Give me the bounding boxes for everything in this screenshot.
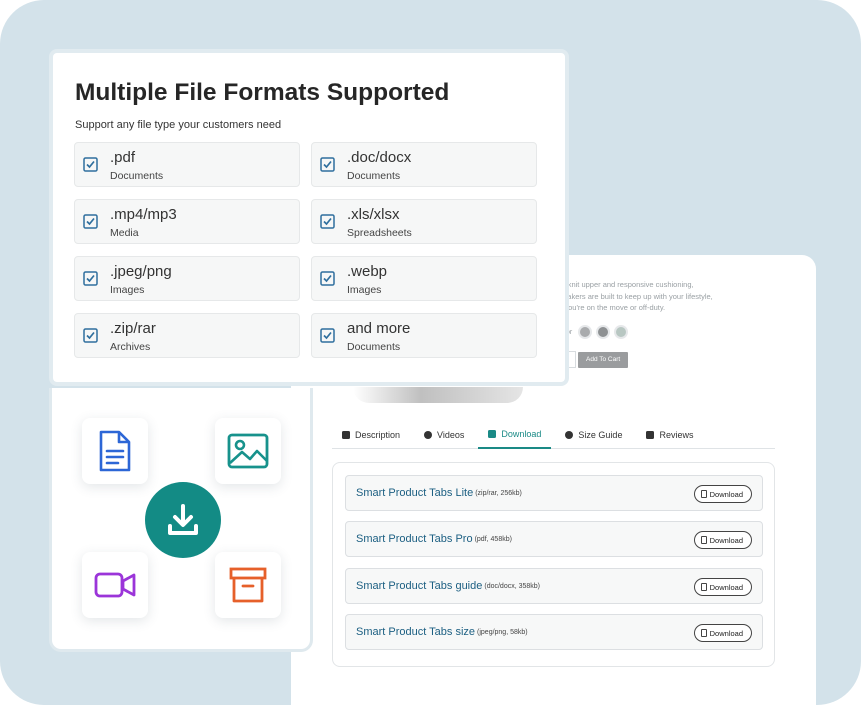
download-name[interactable]: Smart Product Tabs size — [356, 626, 475, 638]
format-type: Images — [347, 284, 382, 296]
download-name[interactable]: Smart Product Tabs Lite — [356, 487, 473, 499]
download-list: Smart Product Tabs Lite (zip/rar, 256kb)… — [332, 462, 775, 667]
info-icon — [565, 430, 574, 439]
download-meta: (doc/docx, 358kb) — [484, 582, 541, 590]
download-button-large[interactable] — [145, 482, 221, 558]
image-icon — [227, 433, 269, 469]
play-icon — [424, 430, 433, 439]
product-description-line: ese sneakers are built to keep up with y… — [541, 291, 713, 301]
product-tabs: Description Videos Download Size Guide R… — [332, 421, 775, 449]
format-type: Documents — [347, 170, 401, 182]
download-meta: (zip/rar, 256kb) — [475, 489, 522, 497]
download-button-label: Download — [709, 535, 743, 545]
format-item: .mp4/mp3 Media — [74, 199, 300, 244]
star-icon — [646, 430, 655, 439]
download-button-label: Download — [709, 489, 743, 499]
format-extension: .pdf — [110, 149, 136, 166]
file-formats-card: Multiple File Formats Supported Support … — [49, 49, 569, 386]
format-item: .webp Images — [311, 256, 537, 301]
download-button-label: Download — [709, 582, 743, 592]
product-description-line: hether you're on the move or off-duty. — [541, 303, 666, 312]
format-extension: .zip/rar — [110, 320, 156, 337]
checkbox-checked-icon — [83, 214, 98, 229]
video-icon-tile — [82, 552, 148, 618]
download-row: Smart Product Tabs size (jpeg/png, 58kb)… — [345, 614, 763, 650]
tab-videos[interactable]: Videos — [414, 421, 474, 449]
format-type: Media — [110, 227, 139, 239]
tab-label: Reviews — [659, 429, 694, 440]
document-icon-tile — [82, 418, 148, 484]
document-icon — [99, 430, 131, 472]
checkbox-checked-icon — [320, 214, 335, 229]
download-row: Smart Product Tabs Pro (pdf, 458kb) Down… — [345, 521, 763, 557]
download-name[interactable]: Smart Product Tabs Pro — [356, 533, 473, 545]
tab-label: Videos — [437, 429, 465, 440]
format-item: .zip/rar Archives — [74, 313, 300, 358]
video-icon — [94, 572, 136, 598]
checkbox-checked-icon — [320, 157, 335, 172]
download-button-label: Download — [709, 628, 743, 638]
tab-size-guide[interactable]: Size Guide — [555, 421, 632, 449]
download-meta: (pdf, 458kb) — [474, 535, 512, 543]
download-button[interactable]: Download — [693, 485, 752, 503]
add-to-cart-button[interactable]: Add To Cart — [578, 352, 629, 368]
format-item: and more Documents — [311, 313, 537, 358]
tab-download[interactable]: Download — [478, 421, 552, 449]
tab-description[interactable]: Description — [332, 421, 410, 449]
file-icon — [700, 490, 707, 498]
color-swatches: or — [566, 325, 629, 339]
archive-icon — [229, 567, 267, 603]
color-swatch[interactable] — [578, 325, 593, 339]
download-row: Smart Product Tabs Lite (zip/rar, 256kb)… — [345, 475, 763, 511]
format-extension: .jpeg/png — [110, 263, 172, 280]
archive-icon-tile — [215, 552, 281, 618]
tab-reviews[interactable]: Reviews — [636, 421, 703, 449]
format-extension: and more — [347, 320, 411, 337]
product-description-line: athable knit upper and responsive cushio… — [541, 280, 694, 289]
format-type: Spreadsheets — [347, 227, 412, 239]
background-stage: athable knit upper and responsive cushio… — [0, 0, 861, 705]
tab-label: Size Guide — [578, 429, 623, 440]
download-row: Smart Product Tabs guide (doc/docx, 358k… — [345, 568, 763, 604]
checkbox-checked-icon — [83, 328, 98, 343]
image-icon-tile — [215, 418, 281, 484]
format-type: Archives — [110, 341, 151, 353]
format-item: .jpeg/png Images — [74, 256, 300, 301]
product-image — [353, 387, 523, 403]
checkbox-checked-icon — [320, 271, 335, 286]
download-icon — [168, 504, 198, 535]
tab-label: Description — [355, 429, 401, 440]
checkbox-checked-icon — [83, 271, 98, 286]
document-icon — [342, 430, 350, 439]
tab-label: Download — [501, 428, 542, 439]
format-extension: .webp — [347, 263, 388, 280]
format-item: .xls/xlsx Spreadsheets — [311, 199, 537, 244]
format-item: .pdf Documents — [74, 142, 300, 187]
download-icon — [488, 429, 497, 438]
formats-subtitle: Support any file type your customers nee… — [75, 119, 282, 131]
file-type-icons-card — [49, 388, 313, 652]
file-icon — [700, 629, 707, 637]
format-item: .doc/docx Documents — [311, 142, 537, 187]
download-button[interactable]: Download — [693, 578, 752, 596]
checkbox-checked-icon — [320, 328, 335, 343]
format-type: Documents — [347, 341, 401, 353]
download-button[interactable]: Download — [693, 624, 752, 642]
download-meta: (jpeg/png, 58kb) — [477, 628, 528, 636]
download-name[interactable]: Smart Product Tabs guide — [356, 580, 482, 592]
format-type: Documents — [110, 170, 164, 182]
color-swatch[interactable] — [596, 325, 611, 339]
format-extension: .xls/xlsx — [347, 206, 400, 223]
file-icon — [700, 536, 707, 544]
format-type: Images — [110, 284, 145, 296]
download-button[interactable]: Download — [693, 531, 752, 549]
format-extension: .doc/docx — [347, 149, 412, 166]
checkbox-checked-icon — [83, 157, 98, 172]
color-swatch[interactable] — [614, 325, 629, 339]
formats-title: Multiple File Formats Supported — [75, 79, 450, 106]
file-icon — [700, 583, 707, 591]
product-description: athable knit upper and responsive cushio… — [541, 279, 811, 314]
format-extension: .mp4/mp3 — [110, 206, 177, 223]
